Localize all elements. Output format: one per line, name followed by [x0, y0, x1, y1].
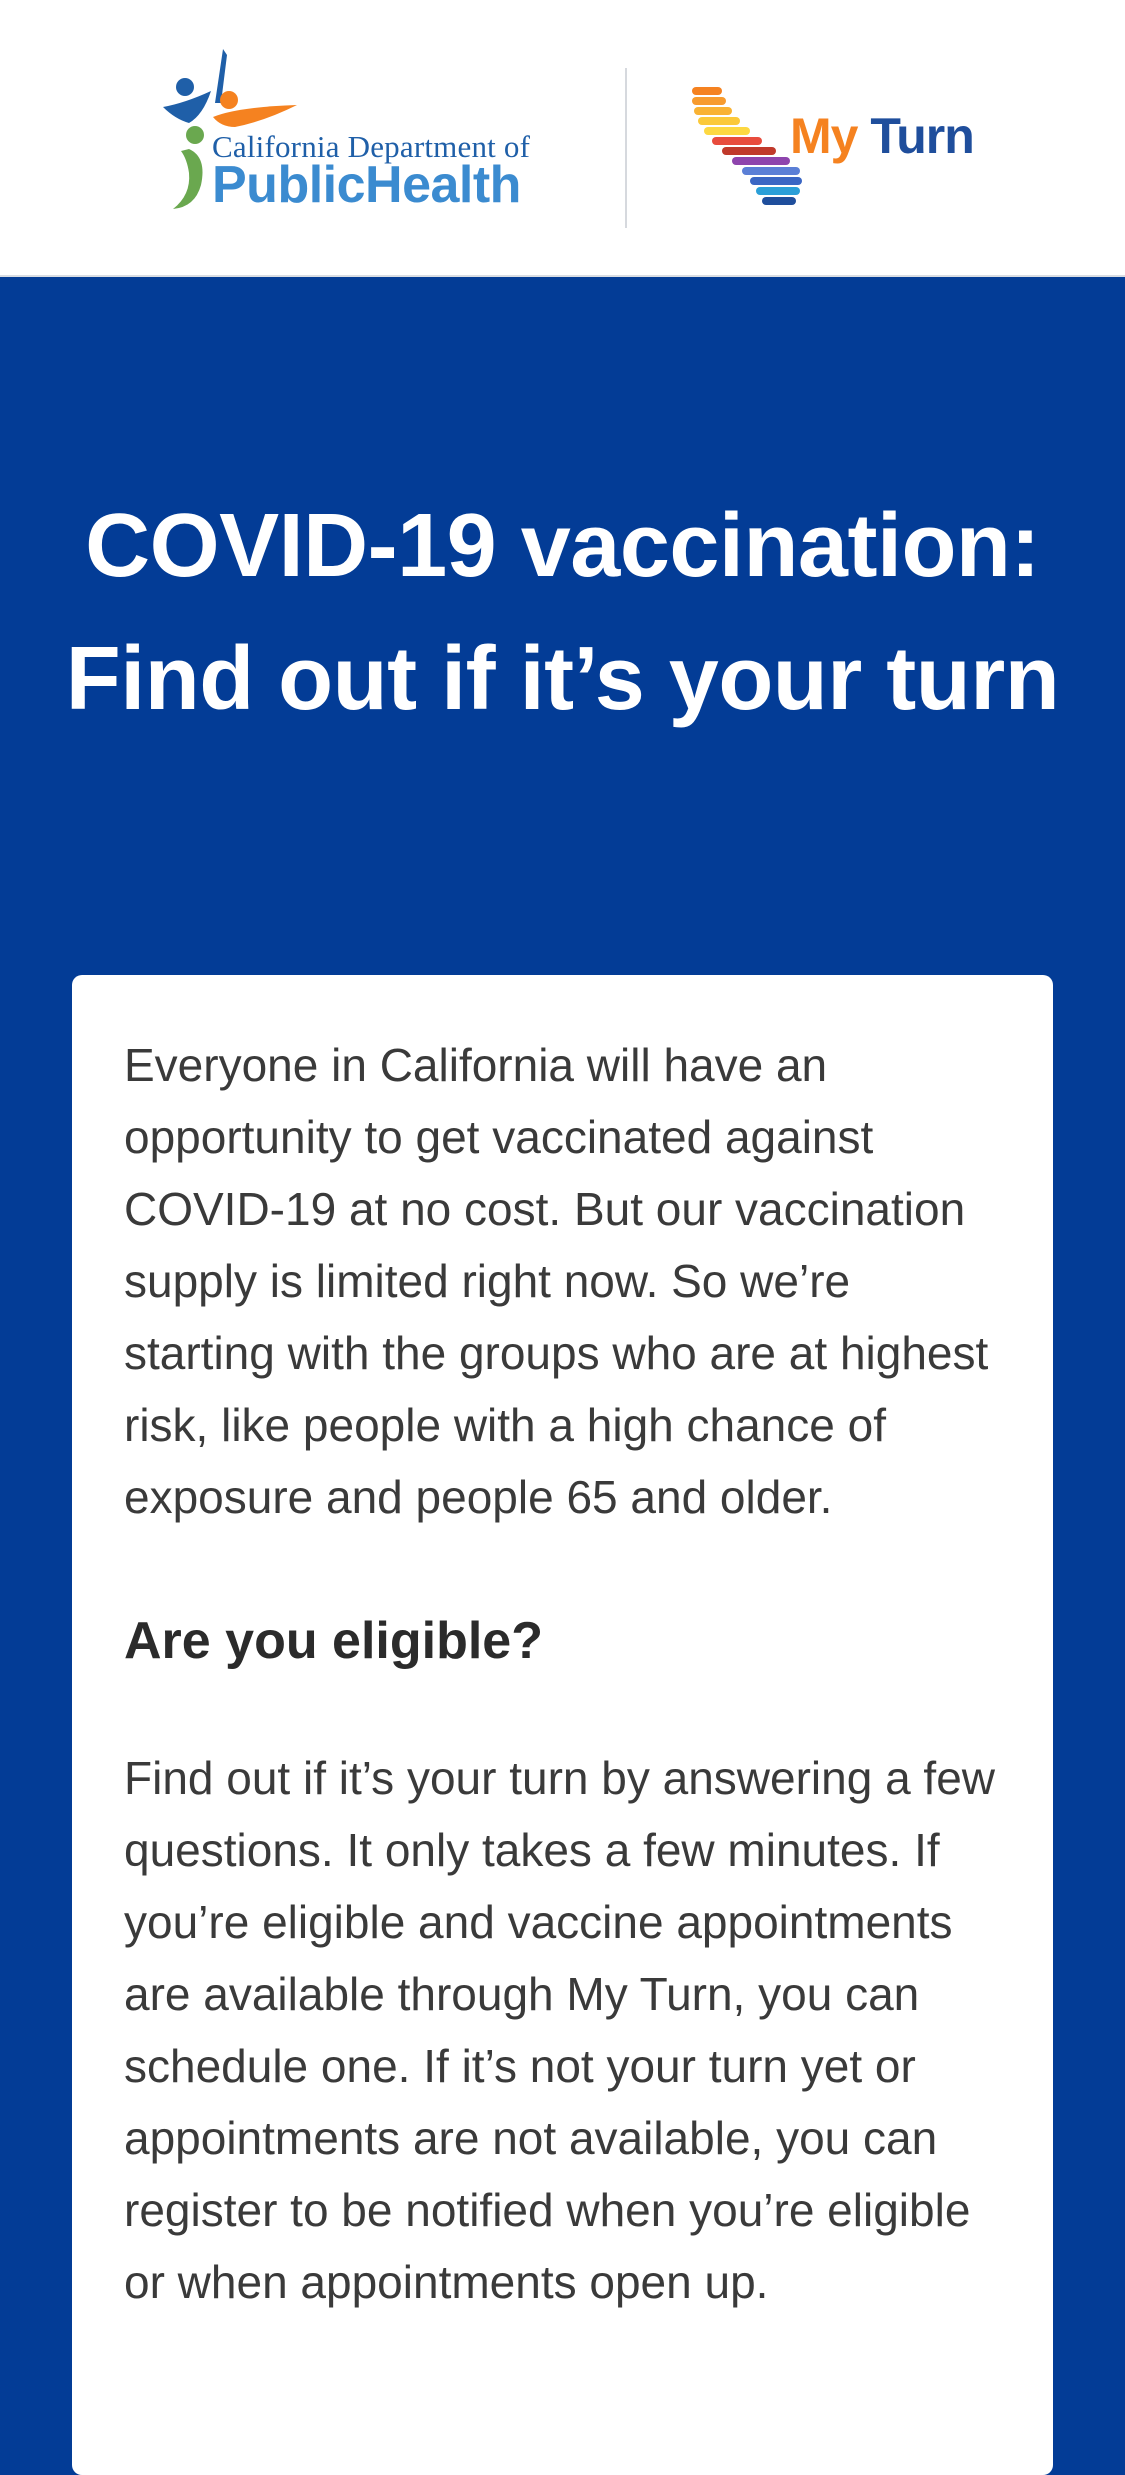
site-header: California Department of PublicHealth My… [0, 0, 1125, 277]
header-divider [625, 68, 627, 228]
intro-paragraph: Everyone in California will have an oppo… [124, 1039, 989, 1523]
eligibility-heading: Are you eligible? [124, 1612, 543, 1670]
cdph-logo-publichealth-text: PublicHealth [212, 156, 521, 214]
myturn-logo[interactable]: My Turn [690, 85, 990, 215]
california-stripes-icon [692, 87, 802, 205]
page-title: COVID-19 vaccination: Find out if it’s y… [65, 496, 1060, 729]
eligibility-paragraph: Find out if it’s your turn by answering … [124, 1752, 996, 2308]
myturn-logo-text: My Turn [790, 107, 975, 165]
info-card: Everyone in California will have an oppo… [72, 975, 1053, 2475]
myturn-logo-my: My [790, 108, 858, 164]
myturn-logo-turn: Turn [870, 108, 974, 164]
cdph-logo[interactable]: California Department of PublicHealth [155, 45, 565, 215]
